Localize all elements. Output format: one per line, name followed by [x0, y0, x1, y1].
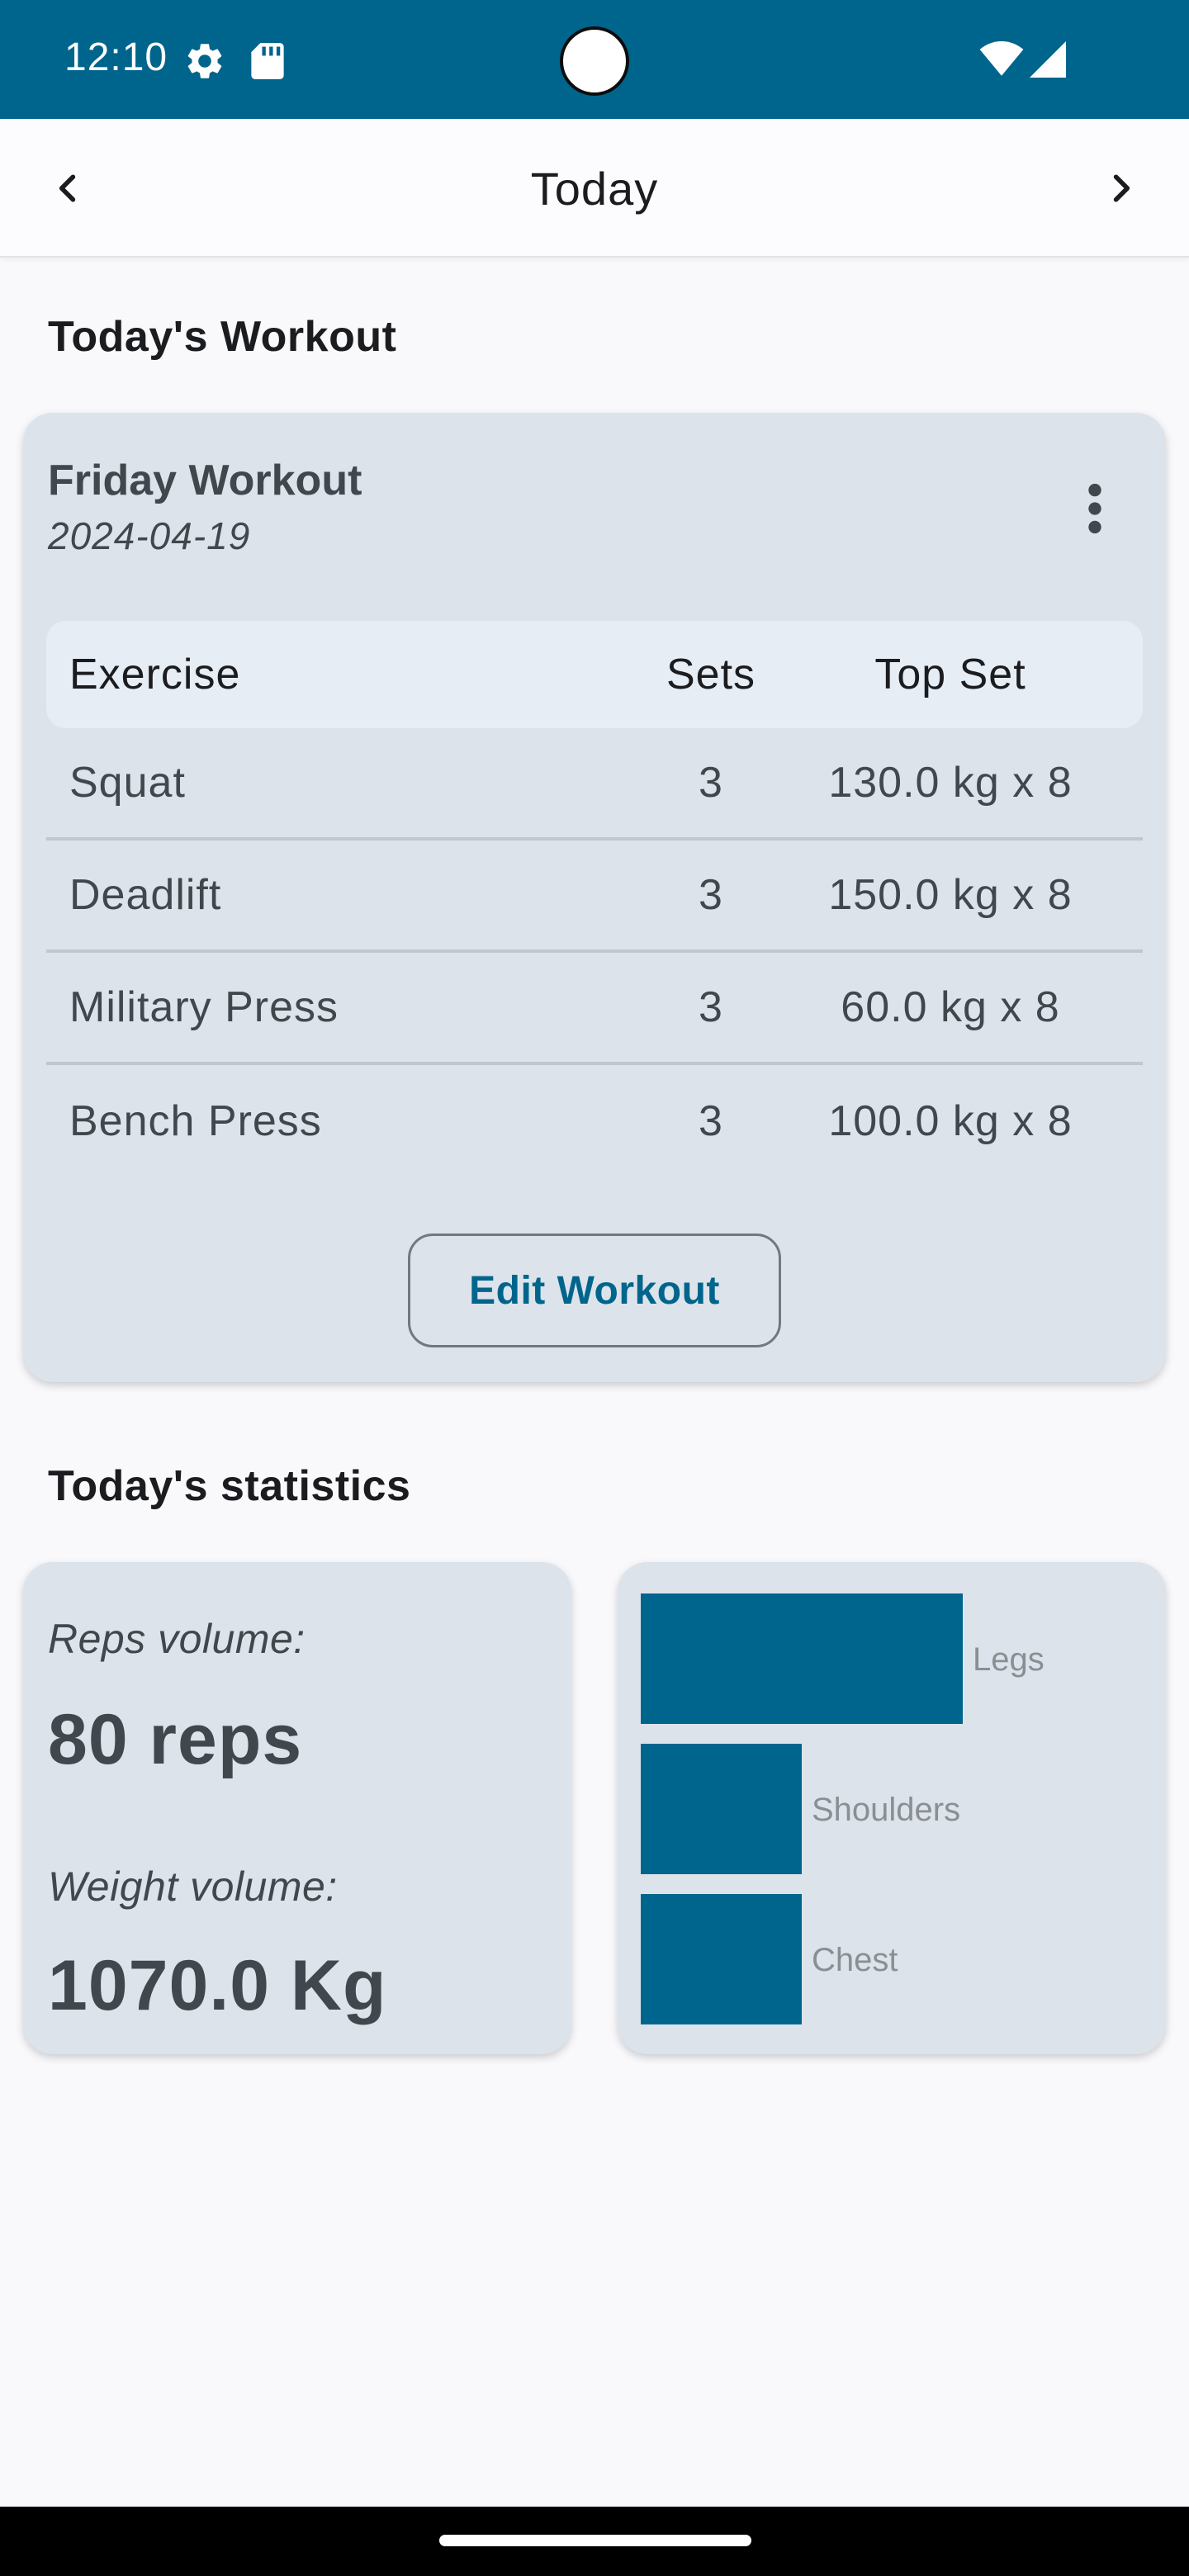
camera-cutout	[560, 26, 629, 96]
top-app-bar: Today	[0, 119, 1189, 258]
muscle-group-chart: Legs Shoulders Chest	[641, 1593, 1045, 2024]
table-row[interactable]: Military Press 3 60.0 kg x 8	[46, 953, 1143, 1065]
workout-menu-button[interactable]	[1070, 476, 1120, 542]
bar-shoulders	[641, 1744, 802, 1874]
weight-volume-value: 1070.0 Kg	[48, 1946, 387, 2025]
page-title: Today	[530, 163, 659, 215]
bar-label-legs: Legs	[973, 1641, 1045, 1678]
reps-volume-value: 80 reps	[48, 1700, 303, 1779]
weight-volume-label: Weight volume:	[48, 1863, 338, 1910]
sd-card-icon	[251, 43, 284, 79]
reps-volume-label: Reps volume:	[48, 1616, 306, 1662]
bar-label-shoulders: Shoulders	[812, 1792, 960, 1828]
workout-date: 2024-04-19	[48, 514, 251, 557]
exercise-name: Bench Press	[69, 1097, 322, 1145]
header-sets: Sets	[666, 651, 756, 698]
exercise-name: Squat	[69, 759, 186, 807]
exercise-table: Exercise Sets Top Set Squat 3 130.0 kg x…	[46, 621, 1143, 1177]
table-row[interactable]: Squat 3 130.0 kg x 8	[46, 728, 1143, 841]
status-bar: 12:10	[0, 0, 1189, 119]
table-row[interactable]: Bench Press 3 100.0 kg x 8	[46, 1065, 1143, 1177]
table-row[interactable]: Deadlift 3 150.0 kg x 8	[46, 841, 1143, 953]
workout-card: Friday Workout 2024-04-19 Exercise Sets …	[23, 413, 1166, 1382]
exercise-top-set: 130.0 kg x 8	[828, 759, 1073, 807]
home-gesture-handle[interactable]	[439, 2535, 751, 2546]
navigation-bar	[0, 2507, 1189, 2576]
bar-chest	[641, 1894, 802, 2024]
workout-section-title: Today's Workout	[48, 313, 397, 361]
header-top-set: Top Set	[874, 651, 1026, 698]
bar-label-chest: Chest	[812, 1942, 898, 1978]
muscle-group-chart-card: Legs Shoulders Chest	[618, 1562, 1166, 2054]
exercise-top-set: 60.0 kg x 8	[841, 983, 1060, 1031]
wifi-icon	[979, 41, 1024, 76]
signal-icon	[1030, 41, 1066, 78]
header-exercise: Exercise	[69, 651, 241, 698]
edit-workout-button[interactable]: Edit Workout	[408, 1234, 781, 1347]
next-day-button[interactable]	[1083, 150, 1159, 226]
exercise-name: Military Press	[69, 983, 339, 1031]
exercise-sets: 3	[699, 871, 723, 919]
statistics-section-title: Today's statistics	[48, 1462, 411, 1510]
workout-name: Friday Workout	[48, 457, 362, 504]
gear-icon	[187, 44, 222, 78]
volume-card: Reps volume: 80 reps Weight volume: 1070…	[23, 1562, 571, 2054]
status-time: 12:10	[64, 36, 168, 79]
more-vert-icon	[1088, 483, 1101, 534]
exercise-name: Deadlift	[69, 871, 222, 919]
exercise-top-set: 150.0 kg x 8	[828, 871, 1073, 919]
chevron-right-icon	[1113, 174, 1130, 202]
exercise-sets: 3	[699, 1097, 723, 1145]
exercise-sets: 3	[699, 759, 723, 807]
table-header: Exercise Sets Top Set	[46, 621, 1143, 728]
bar-legs	[641, 1593, 963, 1724]
exercise-top-set: 100.0 kg x 8	[828, 1097, 1073, 1145]
exercise-sets: 3	[699, 983, 723, 1031]
